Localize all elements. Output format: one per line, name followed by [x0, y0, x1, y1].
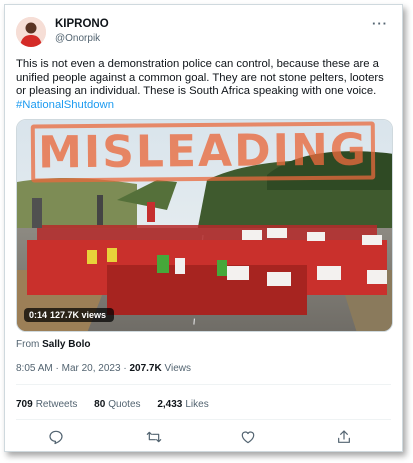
- likes-count: 2,433: [157, 399, 183, 410]
- quotes-label: Quotes: [108, 399, 141, 410]
- meta-separator: ·: [123, 363, 127, 374]
- video-views: 127.7K views: [50, 310, 107, 320]
- retweet-button[interactable]: [144, 427, 164, 447]
- video-source: From Sally Bolo: [16, 339, 90, 350]
- like-button[interactable]: [238, 427, 258, 447]
- tweet-body: This is not even a demonstration police …: [16, 58, 384, 98]
- likes-stat[interactable]: 2,433 Likes: [157, 399, 208, 410]
- avatar[interactable]: [16, 17, 46, 47]
- share-icon: [338, 430, 350, 443]
- views-label: Views: [164, 363, 191, 374]
- source-author-link[interactable]: Sally Bolo: [42, 339, 90, 350]
- likes-label: Likes: [185, 399, 209, 410]
- meta-separator: ·: [55, 363, 59, 374]
- like-icon: [241, 431, 255, 444]
- tweet-meta: 8:05 AM · Mar 20, 2023 · 207.7K Views: [16, 363, 191, 374]
- quotes-stat[interactable]: 80 Quotes: [94, 399, 140, 410]
- divider: [16, 419, 391, 420]
- retweets-count: 709: [16, 399, 33, 410]
- more-options-icon[interactable]: ···: [372, 16, 388, 31]
- reply-button[interactable]: [46, 427, 66, 447]
- tweet-text: This is not even a demonstration police …: [16, 58, 396, 112]
- share-button[interactable]: [334, 427, 354, 447]
- misleading-stamp: MISLEADING: [30, 121, 376, 183]
- author-handle[interactable]: @Onorpik: [55, 33, 100, 44]
- tweet-time[interactable]: 8:05 AM: [16, 363, 53, 374]
- video-duration: 0:14: [29, 310, 48, 320]
- retweets-stat[interactable]: 709 Retweets: [16, 399, 77, 410]
- source-prefix: From: [16, 339, 40, 350]
- video-player[interactable]: MISLEADING 0:14 127.7K views: [16, 119, 393, 332]
- tweet-date[interactable]: Mar 20, 2023: [62, 363, 121, 374]
- tweet-card: KIPRONO @Onorpik ··· This is not even a …: [4, 4, 403, 452]
- engagement-stats: 709 Retweets 80 Quotes 2,433 Likes: [16, 399, 223, 410]
- video-duration-badge: 0:14 127.7K views: [24, 308, 115, 322]
- divider: [16, 384, 391, 385]
- reply-icon: [49, 430, 63, 445]
- hashtag-link[interactable]: #NationalShutdown: [16, 99, 114, 111]
- quotes-count: 80: [94, 399, 106, 410]
- action-bar: [16, 427, 391, 447]
- retweets-label: Retweets: [35, 399, 78, 410]
- author-name[interactable]: KIPRONO: [55, 18, 109, 30]
- retweet-icon: [146, 431, 162, 443]
- views-count: 207.7K: [129, 363, 162, 374]
